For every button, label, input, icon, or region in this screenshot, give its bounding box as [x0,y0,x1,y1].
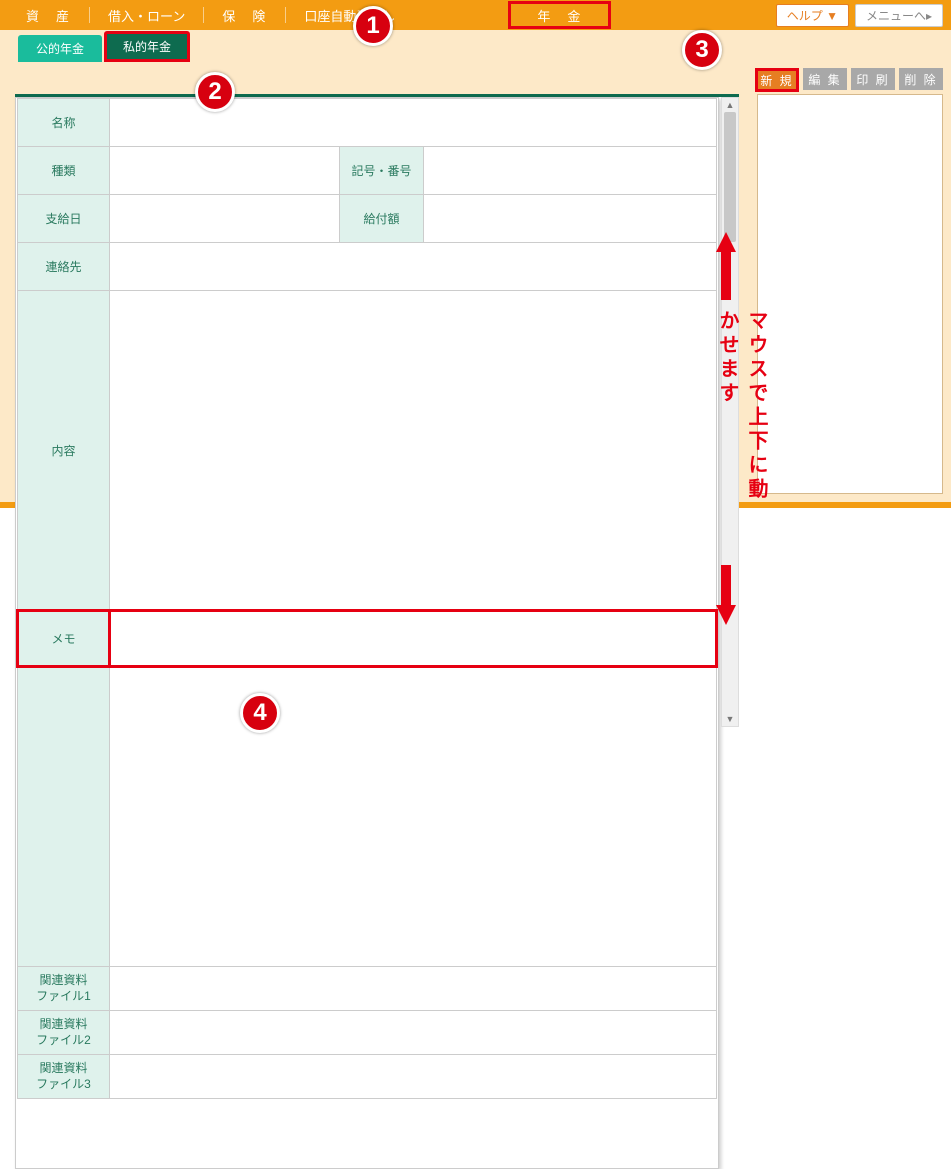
input-pay-date[interactable] [110,195,340,243]
topnav: 資 産 借入・ローン 保 険 口座自動引落し 年 金 [8,0,611,30]
label-symbol-no: 記号・番号 [340,147,424,195]
form-scroll: 名称 種類 記号・番号 支給日 給付額 [15,97,719,1169]
delete-button[interactable]: 削 除 [899,68,943,90]
input-contact[interactable] [110,243,717,291]
callout-1: 1 [353,6,393,46]
label-pay-date: 支給日 [18,195,110,243]
tab-public-pension[interactable]: 公的年金 [18,35,102,62]
content-strip: 公的年金 私的年金 新 規 編 集 印 刷 削 除 名称 種類 [0,30,951,508]
main-form-wrap: 名称 種類 記号・番号 支給日 給付額 [15,94,739,1169]
input-benefit[interactable] [424,195,717,243]
input-file1[interactable] [110,967,717,1011]
topbar: 資 産 借入・ローン 保 険 口座自動引落し 年 金 ヘルプ ▼ メニューへ▸ [0,0,951,30]
label-file2: 関連資料 ファイル2 [18,1011,110,1055]
label-contact: 連絡先 [18,243,110,291]
label-benefit: 給付額 [340,195,424,243]
side-buttons: 新 規 編 集 印 刷 削 除 [755,68,943,92]
nav-loan[interactable]: 借入・ローン [90,0,203,30]
tab-private-pension[interactable]: 私的年金 [104,31,190,62]
input-symbol-no[interactable] [424,147,717,195]
tabs-row: 公的年金 私的年金 [0,30,951,62]
label-file3: 関連資料 ファイル3 [18,1055,110,1099]
label-memo: メモ [18,611,110,667]
input-memo[interactable] [110,611,717,667]
nav-pension[interactable]: 年 金 [508,1,611,29]
input-content[interactable] [110,291,717,611]
scroll-up-icon[interactable]: ▲ [722,98,738,112]
label-file1: 関連資料 ファイル1 [18,967,110,1011]
label-type: 種類 [18,147,110,195]
print-button[interactable]: 印 刷 [851,68,895,90]
topbar-right: ヘルプ ▼ メニューへ▸ [776,4,943,27]
menu-button[interactable]: メニューへ▸ [855,4,943,27]
nav-insurance[interactable]: 保 険 [204,0,285,30]
side-list-panel[interactable] [757,94,943,494]
callout-2: 2 [195,72,235,112]
nav-autodebit[interactable]: 口座自動引落し [286,0,413,30]
scroll-down-icon[interactable]: ▼ [722,712,738,726]
new-button[interactable]: 新 規 [755,68,799,92]
nav-assets[interactable]: 資 産 [8,0,89,30]
scroll-thumb[interactable] [724,112,736,242]
callout-3: 3 [682,30,722,70]
input-type[interactable] [110,147,340,195]
input-file2[interactable] [110,1011,717,1055]
label-content: 内容 [18,291,110,611]
help-button[interactable]: ヘルプ ▼ [776,4,849,27]
input-file3[interactable] [110,1055,717,1099]
scroll-note: マウスで上下に動かせます [713,310,771,508]
edit-button[interactable]: 編 集 [803,68,847,90]
input-spacer [110,667,717,967]
label-spacer [18,667,110,967]
callout-4: 4 [240,693,280,733]
arrow-down-icon [716,605,736,625]
arrow-up-icon [716,232,736,252]
label-name: 名称 [18,99,110,147]
form-table: 名称 種類 記号・番号 支給日 給付額 [16,98,718,1099]
